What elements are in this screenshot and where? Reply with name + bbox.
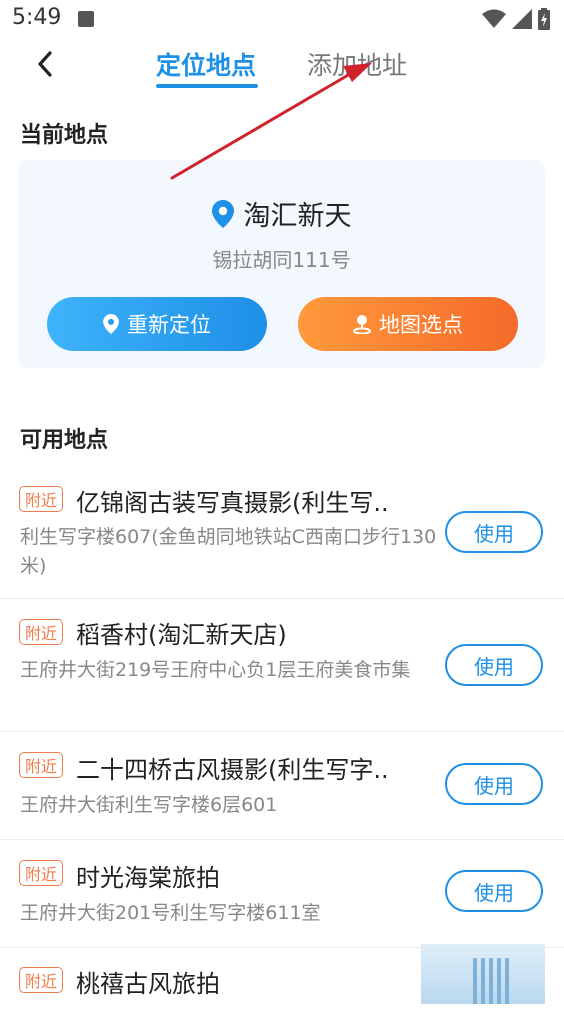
list-item[interactable]: 附近 稻香村(淘汇新天店) 王府井大街219号王府中心负1层王府美食市集 使用	[0, 599, 564, 732]
use-button[interactable]: 使用	[445, 763, 543, 805]
place-name: 二十四桥古风摄影(利生写字..	[76, 756, 389, 784]
current-section-title: 当前地点	[20, 123, 109, 148]
list-item[interactable]: 附近 亿锦阁古装写真摄影(利生写.. 利生写字楼607(金鱼胡同地铁站C西南口步…	[0, 470, 564, 599]
map-pick-button[interactable]: 地图选点	[298, 297, 518, 351]
place-thumbnail-image	[421, 944, 545, 1004]
status-time: 5:49	[12, 5, 62, 30]
place-address: 王府井大街利生写字楼6层601	[20, 794, 278, 816]
relocate-button[interactable]: 重新定位	[47, 297, 267, 351]
list-item[interactable]: 附近 二十四桥古风摄影(利生写字.. 王府井大街利生写字楼6层601 使用	[0, 732, 564, 840]
current-place-row: 淘汇新天	[18, 194, 545, 233]
current-location-card: 淘汇新天 锡拉胡同111号 重新定位 地图选点	[18, 160, 545, 368]
place-name: 桃禧古风旅拍	[76, 970, 220, 998]
wifi-icon	[482, 9, 506, 28]
nearby-badge: 附近	[19, 619, 63, 645]
signal-icon	[512, 9, 532, 29]
list-item[interactable]: 附近 时光海棠旅拍 王府井大街201号利生写字楼611室 使用	[0, 840, 564, 948]
status-icons	[482, 8, 550, 30]
back-button[interactable]	[30, 48, 62, 80]
available-section-title: 可用地点	[20, 428, 109, 453]
use-button[interactable]: 使用	[445, 870, 543, 912]
tab-active-indicator	[156, 84, 258, 88]
place-address: 利生写字楼607(金鱼胡同地铁站C西南口步行130米)	[20, 526, 437, 577]
place-name: 时光海棠旅拍	[76, 864, 220, 892]
available-list: 附近 亿锦阁古装写真摄影(利生写.. 利生写字楼607(金鱼胡同地铁站C西南口步…	[0, 470, 564, 1018]
location-pin-icon	[103, 314, 119, 334]
current-place-name: 淘汇新天	[243, 201, 352, 232]
nearby-badge: 附近	[19, 752, 63, 778]
chevron-left-icon	[38, 51, 52, 77]
place-name: 稻香村(淘汇新天店)	[76, 621, 287, 649]
use-button[interactable]: 使用	[445, 644, 543, 686]
place-name: 亿锦阁古装写真摄影(利生写..	[76, 489, 389, 517]
use-button[interactable]: 使用	[445, 511, 543, 553]
place-address: 王府井大街201号利生写字楼611室	[20, 902, 321, 924]
nearby-badge: 附近	[19, 486, 63, 512]
map-pin-icon	[353, 315, 371, 334]
nearby-badge: 附近	[19, 967, 63, 993]
battery-icon	[538, 8, 550, 30]
location-pin-icon	[211, 199, 234, 228]
current-place-address: 锡拉胡同111号	[212, 248, 351, 272]
notification-icon	[78, 11, 94, 27]
place-address: 王府井大街219号王府中心负1层王府美食市集	[20, 659, 411, 681]
tab-locate[interactable]: 定位地点	[156, 46, 256, 82]
nearby-badge: 附近	[19, 860, 63, 886]
relocate-label: 重新定位	[127, 313, 211, 337]
map-pick-label: 地图选点	[379, 313, 463, 337]
tab-add-address[interactable]: 添加地址	[307, 46, 407, 82]
nav-bar: 定位地点 添加地址	[0, 38, 564, 98]
status-bar: 5:49	[0, 0, 564, 38]
